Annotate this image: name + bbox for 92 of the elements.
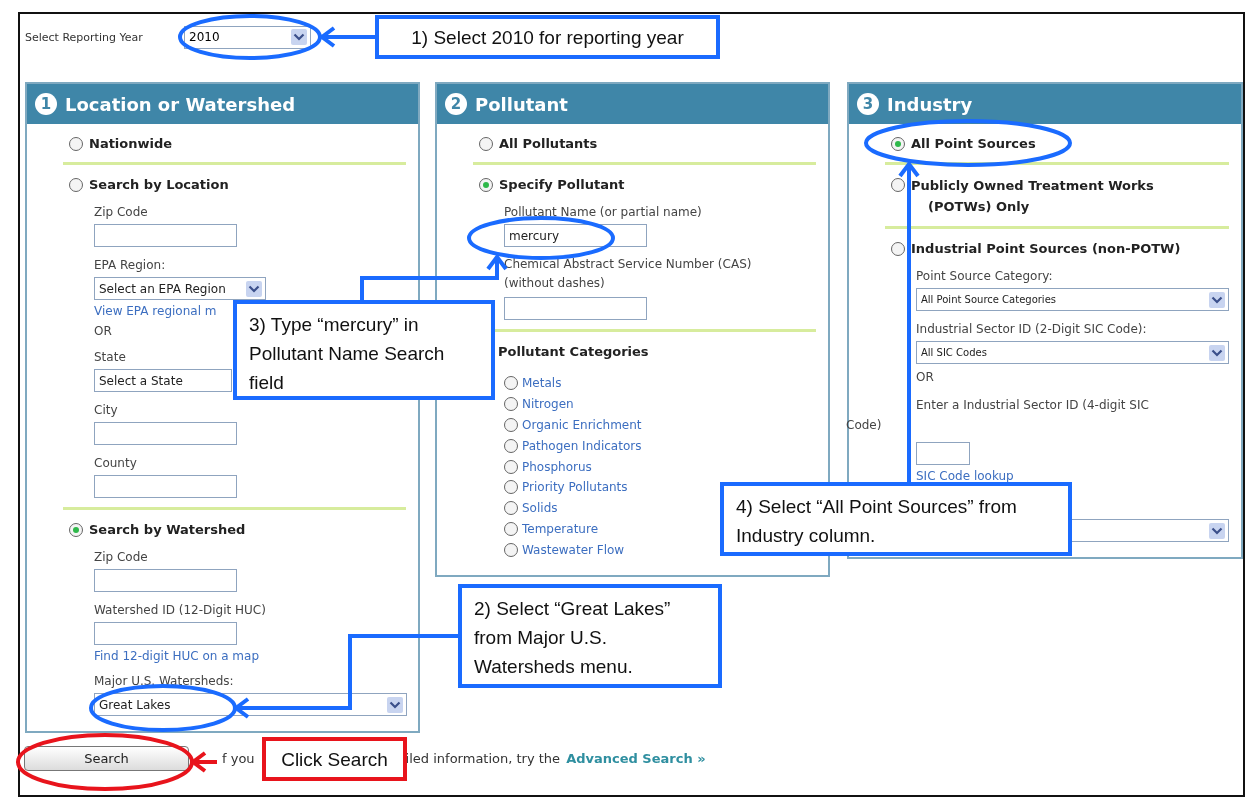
radio-button[interactable] (504, 542, 518, 557)
step-number: 2 (445, 93, 467, 115)
radio-button[interactable] (504, 418, 518, 432)
category-link[interactable]: Organic Enrichment (522, 418, 642, 432)
field-label: Industrial Sector ID (2-Digit SIC Code): (916, 322, 1147, 337)
radio-label: Industrial Point Sources (non-POTW) (911, 240, 1181, 258)
callout-box: 1) Select 2010 for reporting year (375, 15, 720, 59)
panel-title: Location or Watershed (65, 93, 296, 115)
category-link[interactable]: Solids (522, 501, 558, 516)
radio-label: Publicly Owned Treatment Works (POTWs) Only (911, 177, 1155, 216)
field-label: City (94, 403, 118, 418)
radio-label: All Point Sources (911, 135, 1036, 153)
chevron-icon (291, 29, 307, 45)
panel-title: Pollutant (475, 93, 568, 115)
field-label: Pollutant Name (or partial name) (504, 205, 702, 220)
radio-button[interactable] (479, 178, 493, 192)
field-label: Select Reporting Year (25, 30, 144, 44)
info-text: iled information, try the (405, 751, 561, 766)
radio-button[interactable] (479, 137, 493, 151)
radio-button[interactable] (891, 178, 905, 192)
category-link[interactable]: Metals (522, 376, 562, 391)
text-label: OR (94, 324, 112, 339)
category-link[interactable]: Wastewater Flow (522, 542, 625, 557)
chevron-icon (387, 696, 403, 713)
link[interactable]: View EPA regional m (94, 304, 217, 318)
link[interactable]: Advanced Search » (566, 751, 706, 766)
chevron-icon (1209, 344, 1225, 361)
dropdown[interactable]: All SIC Codes (916, 341, 1229, 364)
chevron-icon (1209, 522, 1225, 539)
info-text: f you (222, 751, 255, 766)
radio-button[interactable] (69, 137, 83, 151)
radio-label: Nationwide (89, 135, 173, 153)
field-label: Zip Code (94, 550, 148, 565)
radio-button[interactable] (69, 523, 83, 537)
radio-button[interactable] (891, 242, 905, 256)
search-button[interactable]: Search (24, 746, 189, 771)
category-link[interactable]: Phosphorus (522, 459, 592, 474)
field-label: Zip Code (94, 205, 148, 220)
callout-box: Click Search (262, 737, 407, 781)
radio-button[interactable] (504, 501, 518, 516)
arrow (318, 26, 375, 48)
category-link[interactable]: Priority Pollutants (522, 480, 628, 495)
radio-button[interactable] (504, 397, 518, 412)
field-label: County (94, 456, 137, 471)
callout-box: 2) Select “Great Lakes” from Major U.S. Watersheds menu. (458, 584, 722, 688)
text-field[interactable]: mercury (504, 224, 647, 247)
dropdown[interactable] (1071, 519, 1229, 542)
text-field[interactable] (94, 224, 237, 247)
field-label: Watershed ID (12-Digit HUC) (94, 603, 266, 618)
callout-box: 4) Select “All Point Sources” from Industry column. (720, 482, 1072, 556)
arrow (189, 751, 217, 773)
radio-label: Specify Pollutant (499, 176, 625, 194)
dropdown[interactable]: All Point Source Categories (916, 288, 1229, 311)
dropdown[interactable]: Select a State (94, 369, 232, 392)
field-label: EPA Region: (94, 258, 166, 273)
dropdown[interactable]: 2010 (184, 25, 311, 49)
field-label: Major U.S. Watersheds: (94, 674, 234, 689)
text-field[interactable] (916, 442, 970, 465)
link[interactable]: SIC Code lookup (916, 469, 1014, 483)
field-label: State (94, 350, 126, 365)
field-label: Chemical Abstract Service Number (CAS) (without dashes) (504, 256, 753, 292)
callout-box: 3) Type “mercury” in Pollutant Name Search field (233, 300, 495, 400)
dropdown[interactable]: Select an EPA Region (94, 277, 266, 300)
link[interactable]: Find 12-digit HUC on a map (94, 649, 259, 663)
radio-button[interactable] (504, 480, 518, 495)
radio-button[interactable] (504, 459, 518, 474)
field-label: Point Source Category: (916, 269, 1053, 284)
dropdown[interactable]: Great Lakes (94, 693, 407, 716)
radio-button[interactable] (69, 178, 83, 192)
category-link[interactable]: Pathogen Indicators (522, 438, 642, 453)
section-heading: Pollutant Categories (498, 344, 649, 359)
radio-button[interactable] (504, 438, 518, 453)
text-field[interactable] (94, 475, 237, 498)
step-number: 1 (35, 93, 57, 115)
radio-label: All Pollutants (499, 135, 598, 153)
text-field[interactable] (94, 422, 237, 445)
text-label: OR (916, 370, 934, 385)
chevron-icon (1209, 291, 1225, 308)
panel-title: Industry (887, 93, 973, 115)
text-field[interactable] (94, 622, 237, 645)
radio-label: Search by Location (89, 176, 229, 194)
step-number: 3 (857, 93, 879, 115)
radio-button[interactable] (891, 137, 905, 151)
category-link[interactable]: Temperature (522, 521, 598, 536)
radio-label: Search by Watershed (89, 521, 246, 539)
text-field[interactable] (94, 569, 237, 592)
radio-button[interactable] (504, 376, 518, 391)
radio-button[interactable] (504, 521, 518, 536)
chevron-icon (246, 280, 262, 297)
text-field[interactable] (504, 297, 647, 320)
text-label: Enter a Industrial Sector ID (4-digit SIC (916, 398, 1149, 413)
category-link[interactable]: Nitrogen (522, 397, 574, 412)
